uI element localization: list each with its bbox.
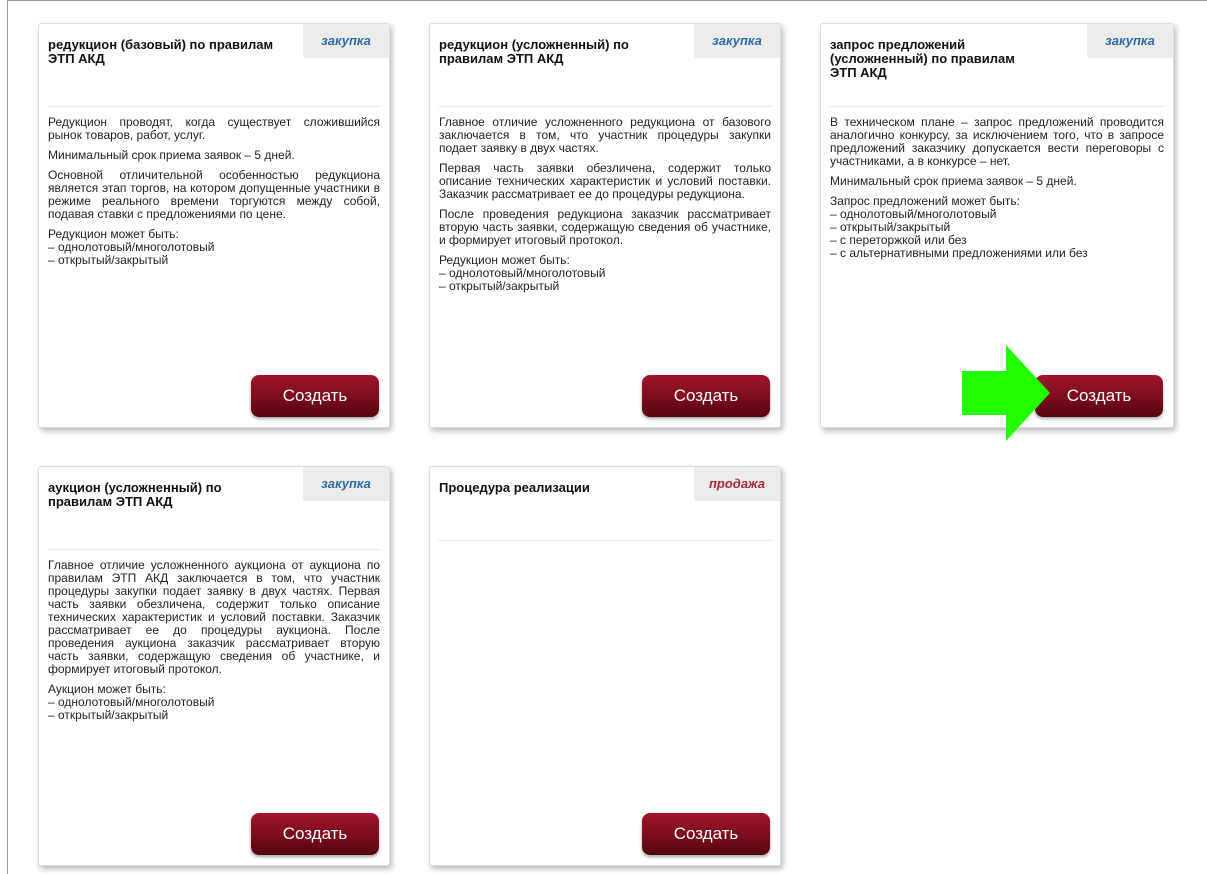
card-description: В техническом плане – запрос предложений… [830,116,1164,260]
card-header: аукцион (усложненный) по правилам ЭТП АК… [39,467,389,563]
list-item: – открытый/закрытый [48,253,169,267]
card-paragraph: После проведения редукциона заказчик рас… [439,207,771,247]
card-title: аукцион (усложненный) по правилам ЭТП АК… [48,480,222,509]
card-description: Редукцион проводят, когда существует сло… [48,116,380,267]
procedure-card-auction-complex: аукцион (усложненный) по правилам ЭТП АК… [38,466,390,866]
card-paragraph: Главное отличие усложненного аукциона от… [48,558,380,676]
card-header: Процедура реализации продажа [430,467,780,563]
card-paragraph: Первая часть заявки обезличена, содержит… [439,161,771,201]
card-title: запрос предложений (усложненный) по прав… [830,37,1015,80]
card-divider [47,106,381,107]
card-options-list: Аукцион может быть: – однолотовый/многол… [48,683,380,722]
create-button[interactable]: Создать [251,375,379,417]
card-header: редукцион (базовый) по правилам ЭТП АКД … [39,24,389,120]
card-options-list: Запрос предложений может быть: – однолот… [830,195,1164,260]
card-header: запрос предложений (усложненный) по прав… [821,24,1173,120]
card-type-badge: закупка [1087,24,1173,58]
card-paragraph: В техническом плане – запрос предложений… [830,115,1164,168]
card-type-badge: закупка [303,24,389,58]
card-header: редукцион (усложненный) по правилам ЭТП … [430,24,780,120]
procedure-card-reduction-complex: редукцион (усложненный) по правилам ЭТП … [429,23,781,428]
card-options-list: Редукцион может быть: – однолотовый/мног… [48,228,380,267]
card-paragraph: Минимальный срок приема заявок – 5 дней. [830,174,1077,188]
card-divider [829,106,1165,107]
card-type-badge: продажа [694,467,780,501]
procedure-card-reduction-basic: редукцион (базовый) по правилам ЭТП АКД … [38,23,390,428]
card-title: Процедура реализации [439,480,590,495]
card-description: Главное отличие усложненного редукциона … [439,116,771,293]
card-divider [438,540,772,541]
procedure-card-sale: Процедура реализации продажа Создать [429,466,781,866]
card-title: редукцион (базовый) по правилам ЭТП АКД [48,37,274,66]
green-arrow-icon [962,345,1050,441]
create-button[interactable]: Создать [1035,375,1163,417]
card-type-badge: закупка [303,467,389,501]
card-options-list: Редукцион может быть: – однолотовый/мног… [439,254,771,293]
card-title: редукцион (усложненный) по правилам ЭТП … [439,37,629,66]
card-paragraph: Главное отличие усложненного редукциона … [439,115,771,155]
card-paragraph: Минимальный срок приема заявок – 5 дней. [48,148,295,162]
card-divider [47,549,381,550]
card-paragraph: Редукцион проводят, когда существует сло… [48,115,380,142]
list-item: – открытый/закрытый [439,279,560,293]
create-button[interactable]: Создать [642,375,770,417]
create-button[interactable]: Создать [251,813,379,855]
card-paragraph: Основной отличительной особенностью реду… [48,168,380,221]
list-item: – с альтернативными предложениями или бе… [830,246,1088,260]
card-type-badge: закупка [694,24,780,58]
create-button[interactable]: Создать [642,813,770,855]
list-item: – открытый/закрытый [48,708,169,722]
card-description: Главное отличие усложненного аукциона от… [48,559,380,722]
card-divider [438,106,772,107]
